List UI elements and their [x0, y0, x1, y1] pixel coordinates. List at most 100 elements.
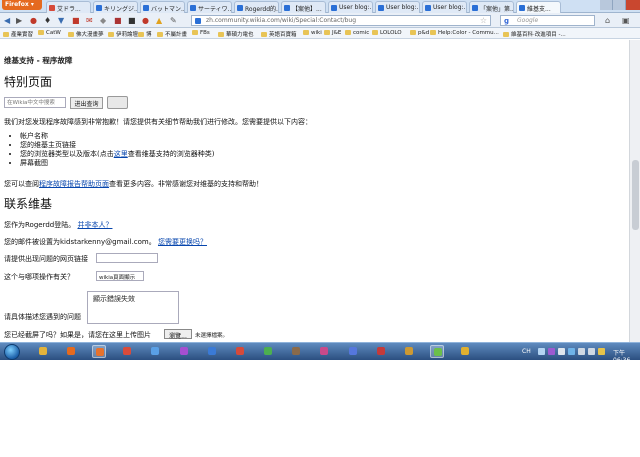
download-icon[interactable]: ▼ [58, 16, 64, 25]
page-scrollbar[interactable] [629, 40, 640, 342]
bug-report-help-link[interactable]: 程序故障报告帮助页面 [39, 180, 109, 188]
tray-icon[interactable] [558, 348, 565, 355]
bookmark-item[interactable]: 維基百科·改進項目 -... [503, 30, 566, 38]
bookmark-label: p&d [418, 30, 430, 36]
taskbar-app-button[interactable] [430, 345, 445, 358]
app-icon-1 [123, 347, 132, 355]
tray-icon[interactable] [568, 348, 575, 355]
taskbar-app-button[interactable] [92, 345, 107, 358]
home-icon[interactable]: ⌂ [605, 16, 610, 25]
browser-tab[interactable]: キリングジ... [93, 1, 138, 13]
minimize-button[interactable] [600, 0, 613, 10]
url-bar[interactable]: zh.community.wikia.com/wiki/Special:Cont… [191, 15, 491, 26]
tool-icon-4[interactable]: ● [142, 16, 149, 25]
browser-tab[interactable]: User blog:... [328, 1, 373, 13]
browser-tab[interactable]: 【案他】... [281, 1, 326, 13]
start-button[interactable] [4, 344, 20, 360]
scroll-thumb[interactable] [632, 160, 639, 230]
taskbar-app-button[interactable] [64, 345, 78, 358]
taskbar-app-button[interactable] [402, 345, 416, 358]
browser-list-link[interactable]: 这里 [114, 150, 128, 158]
youtube-icon[interactable]: ■ [72, 16, 80, 25]
app-icon-9 [376, 347, 385, 355]
tool-icon-5[interactable]: ▲ [156, 16, 162, 25]
bookmark-item[interactable]: comic [345, 30, 369, 36]
back-icon[interactable]: ◀ [4, 16, 10, 25]
bookmark-item[interactable]: 博 [138, 30, 152, 38]
taskbar-app-button[interactable] [458, 345, 472, 358]
tab-label: サーティワ... [198, 6, 232, 13]
search-button[interactable]: 进出查询 [70, 97, 103, 109]
language-indicator[interactable]: CH [522, 348, 531, 355]
flag-icon[interactable] [598, 348, 605, 355]
bookmark-label: wiki [311, 30, 322, 36]
bookmark-item[interactable]: 華碩力電也 [218, 30, 254, 38]
history-icon[interactable]: ♦ [44, 16, 51, 25]
network-icon[interactable] [578, 348, 585, 355]
taskbar-app-button[interactable] [374, 345, 388, 358]
bookmark-item[interactable]: 產業實習 [3, 30, 33, 38]
bookmark-label: 博 [146, 32, 152, 38]
browse-file-button[interactable]: 瀏覽... [164, 329, 192, 340]
maximize-button[interactable] [613, 0, 626, 10]
taskbar-app-button[interactable] [148, 345, 162, 358]
change-email-link[interactable]: 您需要更换吗？ [158, 238, 207, 246]
bookmark-item[interactable]: 不屬計畫 [157, 30, 187, 38]
bookmark-item[interactable]: p&d [410, 30, 429, 36]
taskbar-app-button[interactable] [177, 345, 191, 358]
tray-icon[interactable] [548, 348, 555, 355]
volume-icon[interactable] [588, 348, 595, 355]
taskbar-app-button[interactable] [317, 345, 331, 358]
bookmark-item[interactable]: J&E [324, 30, 341, 36]
browser-tab[interactable]: 艾ドラ... [46, 1, 91, 13]
tool-icon-2[interactable]: ■ [114, 16, 122, 25]
taskbar-app-button[interactable] [205, 345, 219, 358]
bookmark-item[interactable]: 伊莉論壇 [108, 30, 138, 38]
search-bar[interactable]: g Google [500, 15, 595, 26]
bookmark-item[interactable]: LOLOLO [372, 30, 402, 36]
bookmark-item[interactable]: wiki [303, 30, 322, 36]
taskbar-app-button[interactable] [120, 345, 134, 358]
mail-icon[interactable]: ✉ [86, 16, 93, 25]
browser-tab[interactable]: User blog:... [422, 1, 467, 13]
problem-description-field[interactable]: 顯示錯誤失效 [87, 291, 179, 324]
browser-tab[interactable]: 「案他」第... [469, 1, 514, 13]
bookmark-item[interactable]: CatW [38, 30, 61, 36]
go-button[interactable] [107, 96, 128, 109]
not-you-link[interactable]: 并非本人？ [77, 221, 112, 229]
tool-icon-3[interactable]: ■ [128, 16, 136, 25]
taskbar-app-button[interactable] [261, 345, 275, 358]
bookmark-item[interactable]: FBs [192, 30, 210, 36]
email-text: 您的邮件被设置为kidstarkenny@gmail.com。 您需要更换吗？ [4, 237, 207, 247]
related-action-field[interactable]: wikia頁面顯示 [96, 271, 144, 281]
browser-tab[interactable]: User blog:... [375, 1, 420, 13]
bookmark-item[interactable]: Help:Color - Commu... [430, 30, 499, 36]
bookmark-item[interactable]: 英語百寶箱 [261, 30, 297, 38]
tool-icon-1[interactable]: ◆ [100, 16, 106, 25]
tray-icon[interactable] [538, 348, 545, 355]
clock[interactable]: 下午 06:36 [613, 348, 640, 364]
app-icon-5 [235, 347, 244, 355]
intro-text: 我们对您发现程序故障感到非常抱歉！请您提供有关细节帮助我们进行修改。您需要提供以… [4, 118, 312, 126]
taskbar-app-button[interactable] [346, 345, 360, 358]
wiki-search-input[interactable] [4, 97, 66, 108]
bookmark-icon[interactable]: ● [30, 16, 37, 25]
forward-icon[interactable]: ▶ [16, 16, 22, 25]
star-icon[interactable]: ☆ [480, 16, 487, 25]
browser-tab[interactable]: Rogerdd的... [234, 1, 279, 13]
addon-icon[interactable]: ▣ [622, 16, 630, 25]
list-item: 屏幕截图 [20, 159, 214, 168]
taskbar-app-button[interactable] [36, 345, 50, 358]
site-favicon [195, 18, 201, 24]
tool-icon-6[interactable]: ✎ [170, 16, 177, 25]
firefox-menu-button[interactable]: Firefox ▾ [2, 0, 42, 10]
browser-tab[interactable]: バットマン... [140, 1, 185, 13]
tab-label: User blog:... [386, 4, 420, 11]
bookmark-item[interactable]: 佛大漫畫夢 [68, 30, 104, 38]
google-icon: g [504, 17, 510, 25]
taskbar-app-button[interactable] [289, 345, 303, 358]
browser-tab[interactable]: 維基支... [516, 1, 561, 13]
browser-tab[interactable]: サーティワ... [187, 1, 232, 13]
page-url-field[interactable] [96, 253, 158, 263]
taskbar-app-button[interactable] [233, 345, 247, 358]
